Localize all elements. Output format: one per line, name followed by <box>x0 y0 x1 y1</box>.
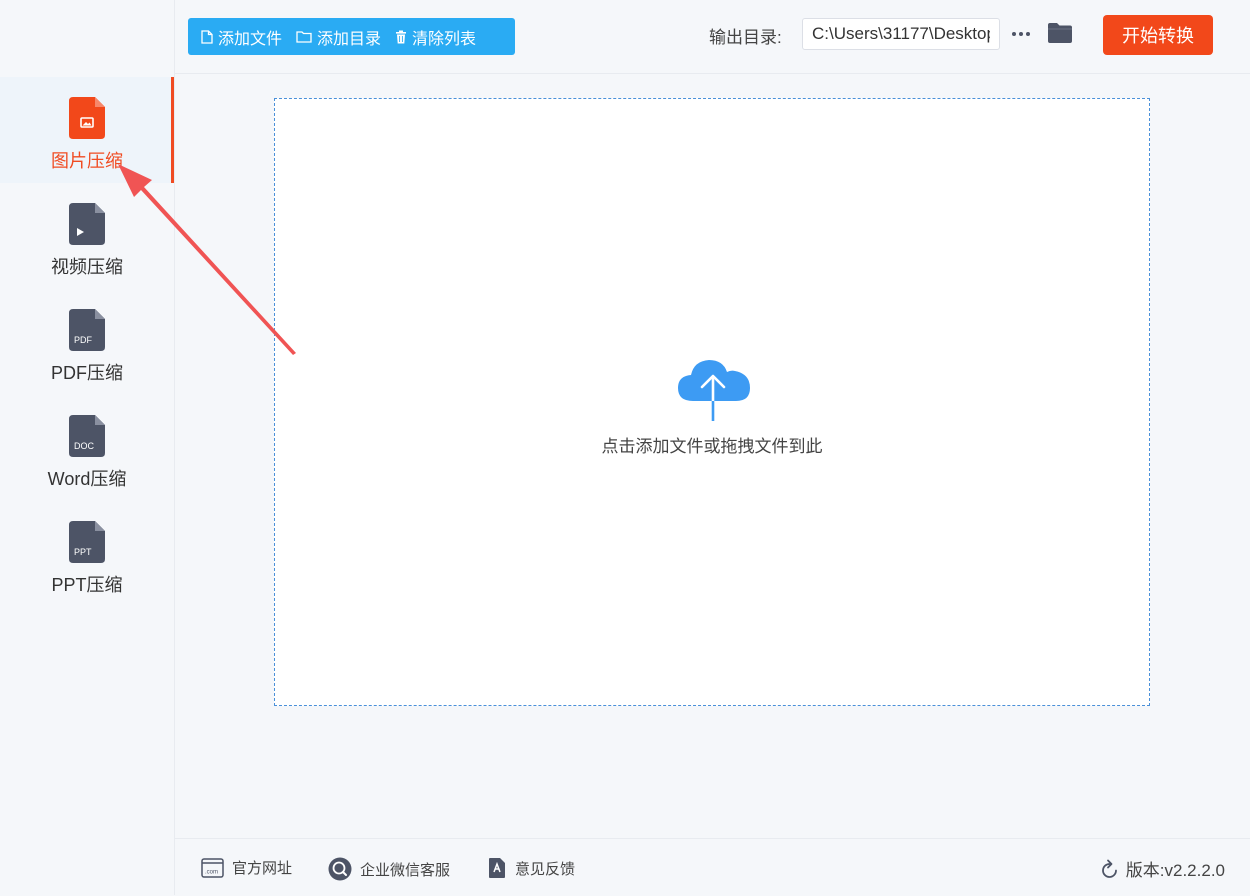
wechat-support-icon <box>328 857 352 881</box>
sidebar-item-label: Word压缩 <box>47 469 127 489</box>
output-directory-field[interactable] <box>802 18 1000 50</box>
clear-list-label: 清除列表 <box>412 30 477 48</box>
refresh-icon <box>1101 859 1117 878</box>
doc-file-icon: DOC <box>69 415 105 457</box>
sidebar-item-ppt-compress[interactable]: PPT PPT压缩 <box>0 501 174 607</box>
website-icon: .com <box>201 857 224 878</box>
version-label: 版本:v2.2.2.0 <box>1125 861 1225 880</box>
sidebar-item-pdf-compress[interactable]: PDF PDF压缩 <box>0 289 174 395</box>
svg-text:DOC: DOC <box>74 441 95 451</box>
sidebar-item-label: PDF压缩 <box>51 363 123 383</box>
sidebar-item-word-compress[interactable]: DOC Word压缩 <box>0 395 174 501</box>
toolbar: 添加文件 添加目录 清除列表 输出目录: 开始转换 <box>175 0 1250 74</box>
sidebar-item-label: 图片压缩 <box>51 151 123 171</box>
svg-text:PDF: PDF <box>74 335 93 345</box>
version-info[interactable]: 版本:v2.2.2.0 <box>1101 856 1225 881</box>
video-file-icon <box>69 203 105 245</box>
official-website-link[interactable]: .com 官方网址 <box>201 857 292 878</box>
sidebar-item-label: PPT压缩 <box>51 575 123 595</box>
add-directory-label: 添加目录 <box>317 30 382 48</box>
start-convert-button[interactable]: 开始转换 <box>1103 15 1213 55</box>
cloud-upload-icon <box>678 360 750 421</box>
image-file-icon <box>69 97 105 139</box>
file-icon <box>201 29 213 44</box>
sidebar-item-image-compress[interactable]: 图片压缩 <box>0 77 174 183</box>
feedback-link[interactable]: 意见反馈 <box>488 857 575 879</box>
add-file-label: 添加文件 <box>218 30 283 48</box>
more-icon[interactable] <box>1011 24 1031 44</box>
pdf-file-icon: PDF <box>69 309 105 351</box>
svg-text:.com: .com <box>205 869 218 875</box>
official-website-label: 官方网址 <box>232 860 293 877</box>
file-drop-zone[interactable]: 点击添加文件或拖拽文件到此 <box>274 98 1150 706</box>
feedback-label: 意见反馈 <box>515 860 576 878</box>
add-directory-button[interactable]: 添加目录 <box>296 25 381 49</box>
add-file-button[interactable]: 添加文件 <box>201 25 282 49</box>
trash-icon <box>396 30 407 43</box>
clear-list-button[interactable]: 清除列表 <box>395 25 476 49</box>
sidebar-item-label: 视频压缩 <box>51 257 123 277</box>
drop-hint: 点击添加文件或拖拽文件到此 <box>601 437 823 456</box>
sidebar-item-video-compress[interactable]: 视频压缩 <box>0 183 174 289</box>
output-directory-label: 输出目录: <box>709 28 782 47</box>
sidebar: 图片压缩 视频压缩 PDF PDF压缩 DOC Word压缩 PPT PPT压缩 <box>0 0 175 895</box>
feedback-icon <box>489 858 505 878</box>
svg-text:PPT: PPT <box>74 547 92 557</box>
open-folder-icon[interactable] <box>1047 22 1073 44</box>
ppt-file-icon: PPT <box>69 521 105 563</box>
wechat-support-link[interactable]: 企业微信客服 <box>328 857 450 881</box>
footer: .com 官方网址 企业微信客服 意见反馈 版本:v2.2.2.0 <box>175 838 1250 896</box>
file-button-group: 添加文件 添加目录 清除列表 <box>188 18 515 55</box>
wechat-support-label: 企业微信客服 <box>360 861 451 879</box>
folder-outline-icon <box>296 31 312 43</box>
